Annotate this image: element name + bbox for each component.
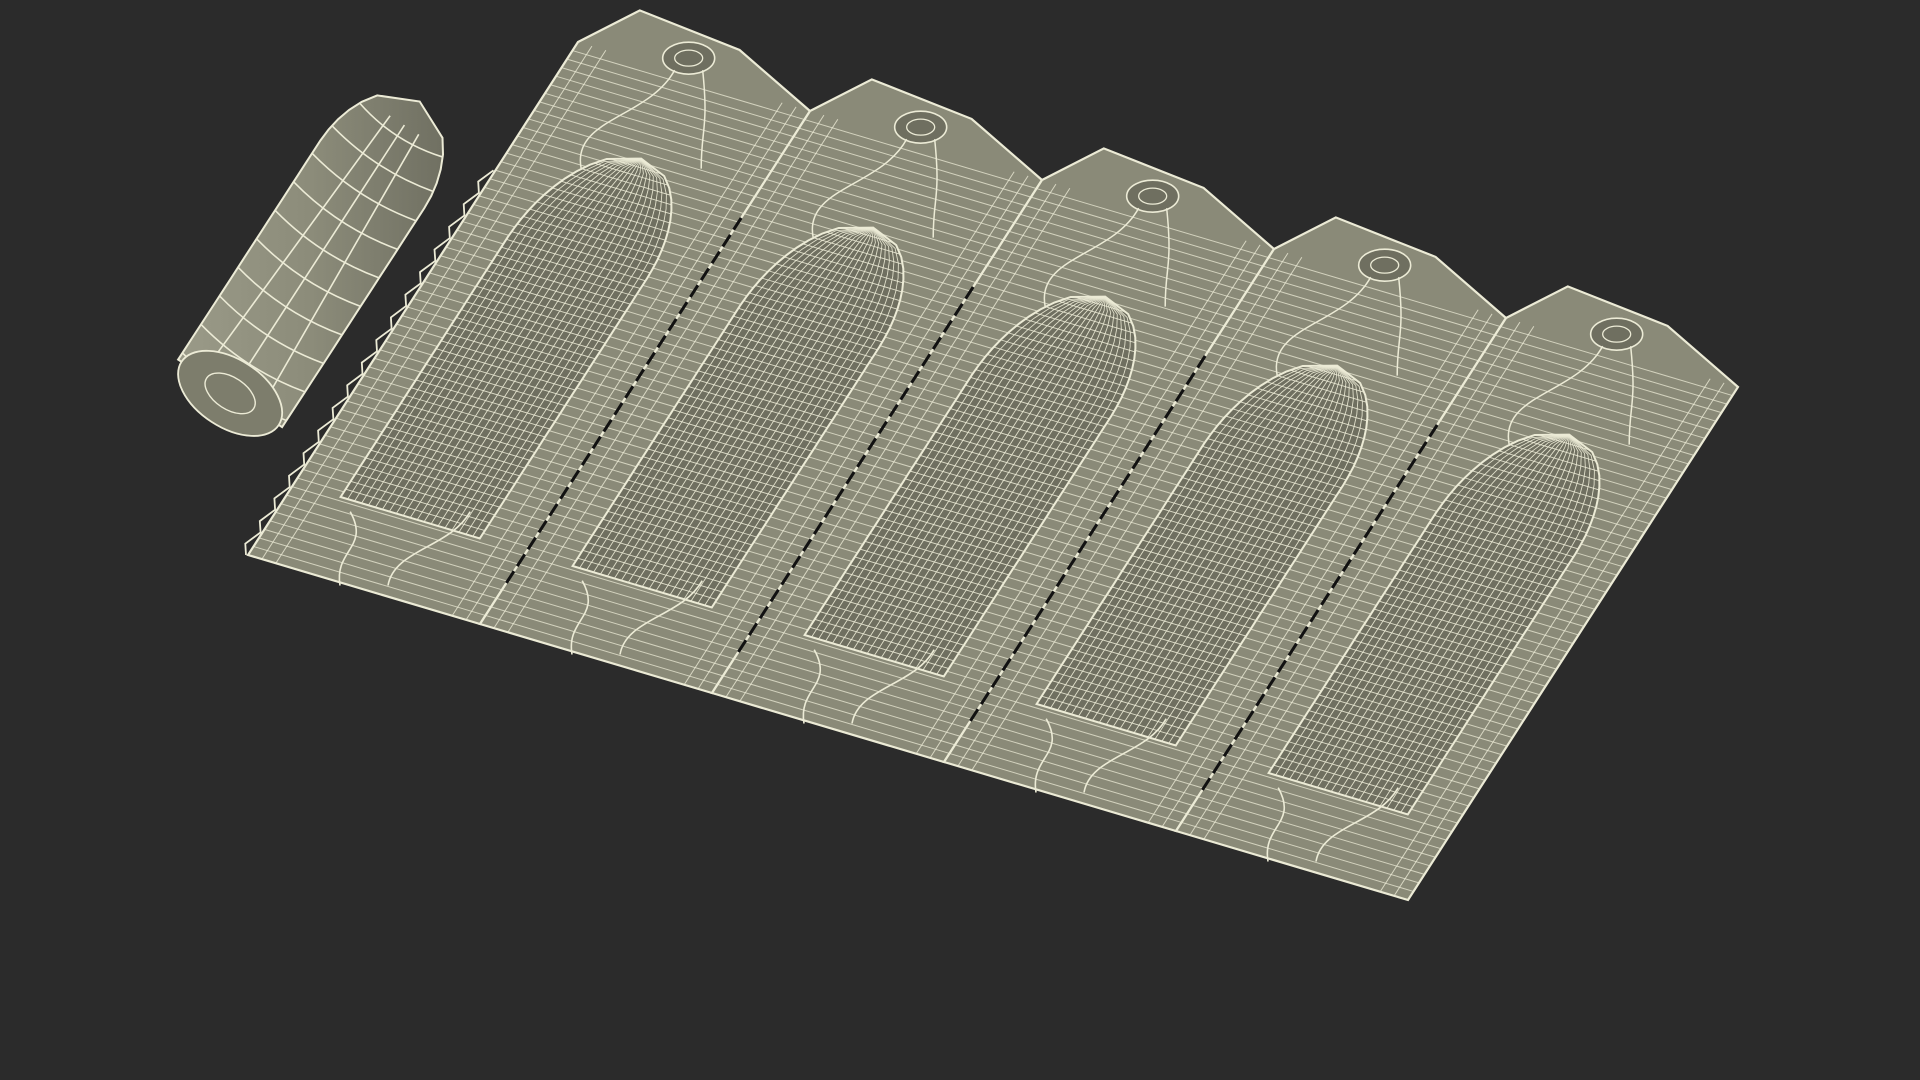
blister-strip-model[interactable]	[244, 9, 1740, 902]
wireframe-render	[176, 9, 1740, 902]
3d-viewport[interactable]	[0, 0, 1920, 1080]
